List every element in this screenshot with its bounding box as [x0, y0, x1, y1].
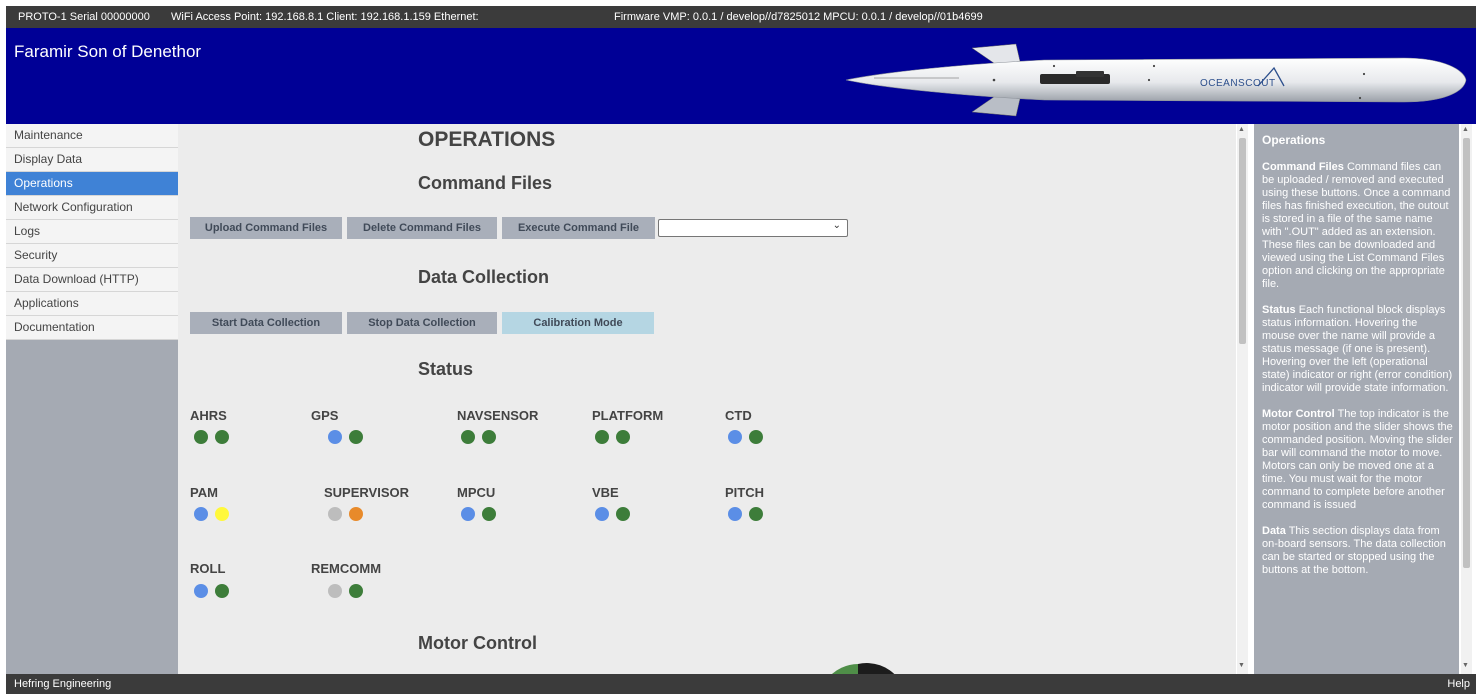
status-label-mpcu[interactable]: MPCU: [457, 485, 495, 500]
status-heading: Status: [418, 359, 474, 379]
sidebar-item-documentation[interactable]: Documentation: [6, 316, 178, 340]
sidebar: Maintenance Display Data Operations Netw…: [6, 124, 178, 674]
pam-error-indicator[interactable]: [215, 507, 229, 521]
status-label-ctd[interactable]: CTD: [725, 408, 752, 423]
help-scrollbar[interactable]: ▲ ▼: [1461, 124, 1472, 674]
help-term-status: Status: [1262, 304, 1296, 316]
supervisor-error-indicator[interactable]: [349, 507, 363, 521]
help-text-data: This section displays data from on-board…: [1262, 525, 1446, 576]
status-label-vbe[interactable]: VBE: [592, 485, 619, 500]
navsensor-error-indicator[interactable]: [482, 430, 496, 444]
serial-info: PROTO-1 Serial 00000000: [18, 11, 150, 23]
vbe-error-indicator[interactable]: [616, 507, 630, 521]
footer: Hefring Engineering Help: [6, 674, 1476, 694]
status-label-pam[interactable]: PAM: [190, 485, 218, 500]
help-text-motor-control: The top indicator is the motor position …: [1262, 408, 1453, 511]
platform-error-indicator[interactable]: [616, 430, 630, 444]
delete-command-files-button[interactable]: Delete Command Files: [347, 217, 497, 239]
remcomm-error-indicator[interactable]: [349, 584, 363, 598]
help-term-data: Data: [1262, 525, 1286, 537]
ctd-error-indicator[interactable]: [749, 430, 763, 444]
main-scrollbar-thumb[interactable]: [1239, 138, 1246, 344]
mpcu-error-indicator[interactable]: [482, 507, 496, 521]
top-status-bar: PROTO-1 Serial 00000000 WiFi Access Poin…: [6, 6, 1476, 28]
remcomm-state-indicator[interactable]: [328, 584, 342, 598]
sidebar-item-security[interactable]: Security: [6, 244, 178, 268]
help-scroll-up-icon[interactable]: ▲: [1462, 126, 1469, 133]
pitch-error-indicator[interactable]: [749, 507, 763, 521]
command-files-heading: Command Files: [418, 173, 553, 193]
mpcu-state-indicator[interactable]: [461, 507, 475, 521]
page-title: OPERATIONS: [418, 128, 556, 151]
status-label-ahrs[interactable]: AHRS: [190, 408, 227, 423]
header-banner: Faramir Son of Denethor OCEANSCOUT: [6, 28, 1476, 124]
upload-command-files-button[interactable]: Upload Command Files: [190, 217, 342, 239]
motor-position-gauge: [832, 663, 895, 674]
main-content: OPERATIONS Command Files Upload Command …: [178, 124, 1236, 674]
navsensor-state-indicator[interactable]: [461, 430, 475, 444]
help-scroll-down-icon[interactable]: ▼: [1462, 662, 1469, 669]
stop-data-collection-button[interactable]: Stop Data Collection: [347, 312, 497, 334]
platform-state-indicator[interactable]: [595, 430, 609, 444]
help-section-data: Data This section displays data from on-…: [1262, 525, 1453, 577]
roll-error-indicator[interactable]: [215, 584, 229, 598]
main-scrollbar[interactable]: ▲ ▼: [1237, 124, 1248, 674]
help-section-status: Status Each functional block displays st…: [1262, 304, 1453, 395]
pam-state-indicator[interactable]: [194, 507, 208, 521]
calibration-mode-button[interactable]: Calibration Mode: [502, 312, 654, 334]
chevron-down-icon: ⌄: [832, 220, 841, 231]
status-label-platform[interactable]: PLATFORM: [592, 408, 663, 423]
help-term-motor-control: Motor Control: [1262, 408, 1335, 420]
help-link[interactable]: Help: [1447, 674, 1470, 694]
sidebar-item-logs[interactable]: Logs: [6, 220, 178, 244]
help-text-status: Each functional block displays status in…: [1262, 304, 1453, 394]
data-collection-heading: Data Collection: [418, 267, 550, 287]
help-term-command-files: Command Files: [1262, 161, 1344, 173]
help-text-command-files: Command files can be uploaded / removed …: [1262, 161, 1451, 290]
status-label-pitch[interactable]: PITCH: [725, 485, 764, 500]
ahrs-state-indicator[interactable]: [194, 430, 208, 444]
sidebar-item-network-configuration[interactable]: Network Configuration: [6, 196, 178, 220]
firmware-info: Firmware VMP: 0.0.1 / develop//d7825012 …: [614, 11, 983, 23]
motor-control-heading: Motor Control: [418, 633, 537, 653]
vehicle-name: Faramir Son of Denethor: [14, 42, 202, 61]
vbe-state-indicator[interactable]: [595, 507, 609, 521]
supervisor-state-indicator[interactable]: [328, 507, 342, 521]
status-label-remcomm[interactable]: REMCOMM: [311, 561, 381, 576]
execute-command-file-button[interactable]: Execute Command File: [502, 217, 655, 239]
sidebar-item-data-download[interactable]: Data Download (HTTP): [6, 268, 178, 292]
gps-state-indicator[interactable]: [328, 430, 342, 444]
company-name: Hefring Engineering: [14, 678, 112, 690]
start-data-collection-button[interactable]: Start Data Collection: [190, 312, 342, 334]
sidebar-item-display-data[interactable]: Display Data: [6, 148, 178, 172]
gps-error-indicator[interactable]: [349, 430, 363, 444]
sidebar-item-applications[interactable]: Applications: [6, 292, 178, 316]
network-info: WiFi Access Point: 192.168.8.1 Client: 1…: [171, 11, 479, 23]
status-label-roll[interactable]: ROLL: [190, 561, 225, 576]
help-title: Operations: [1262, 133, 1326, 147]
status-label-supervisor[interactable]: SUPERVISOR: [324, 485, 409, 500]
pitch-state-indicator[interactable]: [728, 507, 742, 521]
status-label-navsensor[interactable]: NAVSENSOR: [457, 408, 538, 423]
sidebar-item-maintenance[interactable]: Maintenance: [6, 124, 178, 148]
scroll-down-icon[interactable]: ▼: [1238, 662, 1245, 669]
ctd-state-indicator[interactable]: [728, 430, 742, 444]
help-scrollbar-thumb[interactable]: [1463, 138, 1470, 568]
sidebar-nav: Maintenance Display Data Operations Netw…: [6, 124, 178, 340]
roll-state-indicator[interactable]: [194, 584, 208, 598]
glider-image: OCEANSCOUT: [845, 43, 1467, 117]
sidebar-item-operations[interactable]: Operations: [6, 172, 178, 196]
help-panel: Operations Command Files Command files c…: [1254, 124, 1459, 674]
help-section-motor-control: Motor Control The top indicator is the m…: [1262, 408, 1453, 512]
ahrs-error-indicator[interactable]: [215, 430, 229, 444]
status-label-gps[interactable]: GPS: [311, 408, 338, 423]
help-section-command-files: Command Files Command files can be uploa…: [1262, 161, 1453, 291]
scroll-up-icon[interactable]: ▲: [1238, 126, 1245, 133]
command-file-select[interactable]: ⌄: [658, 219, 848, 237]
